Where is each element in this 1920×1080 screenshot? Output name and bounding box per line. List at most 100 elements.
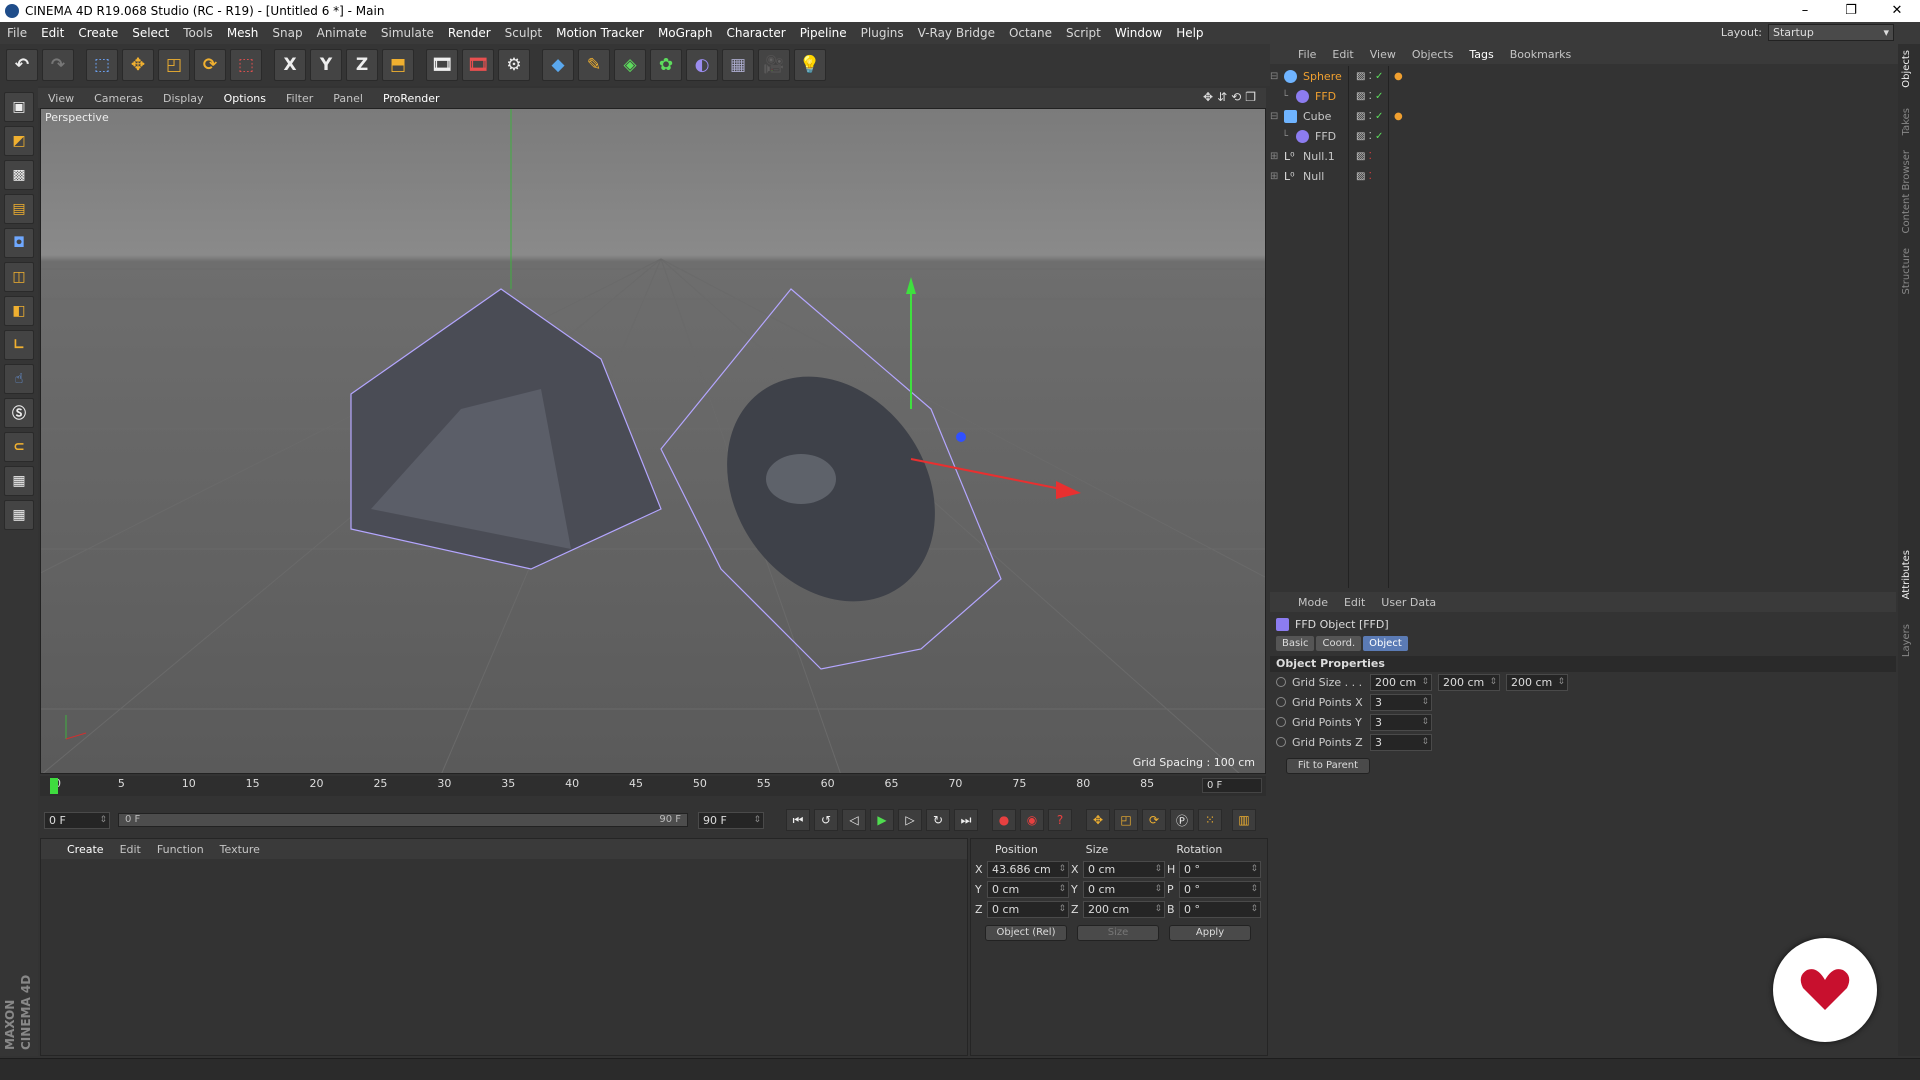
menu-mesh[interactable]: Mesh	[220, 26, 266, 40]
menu-file[interactable]: File	[0, 26, 34, 40]
om-menu-view[interactable]: View	[1362, 48, 1404, 61]
menu-motion-tracker[interactable]: Motion Tracker	[549, 26, 651, 40]
key-rotation-icon[interactable]: ⟳	[1142, 809, 1166, 831]
position-z-field[interactable]: 0 cm	[987, 900, 1069, 918]
coordinate-system-icon[interactable]: ⬒	[382, 49, 414, 81]
timeline-ruler[interactable]: 051015202530354045505560657075808590 0 F	[40, 776, 1266, 796]
menu-animate[interactable]: Animate	[310, 26, 374, 40]
gizmo-z-handle[interactable]	[956, 432, 966, 442]
key-scale-icon[interactable]: ◰	[1114, 809, 1138, 831]
edges-mode-icon[interactable]: ◫	[4, 262, 34, 292]
close-button[interactable]: ✕	[1874, 0, 1920, 22]
mat-menu-function[interactable]: Function	[149, 843, 212, 856]
x-axis-icon[interactable]: X	[274, 49, 306, 81]
rotation-h-field[interactable]: 0 °	[1179, 860, 1261, 878]
visibility-icon[interactable]: ▨ ⁚	[1356, 171, 1372, 182]
side-tab-objects[interactable]: Objects	[1901, 50, 1912, 88]
move-icon[interactable]: ✥	[122, 49, 154, 81]
size-z-field[interactable]: 200 cm	[1083, 900, 1165, 918]
tag-icon[interactable]: ●	[1394, 111, 1403, 122]
end-frame-field[interactable]: 90 F	[698, 811, 764, 829]
vp-menu-filter[interactable]: Filter	[276, 92, 323, 105]
menu-plugins[interactable]: Plugins	[854, 26, 911, 40]
expand-icon[interactable]: ⊟	[1270, 71, 1284, 82]
pan-icon[interactable]: ✥	[1203, 90, 1213, 104]
expand-icon[interactable]: ⊞	[1270, 151, 1284, 162]
menu-help[interactable]: Help	[1169, 26, 1210, 40]
current-frame-field[interactable]: 0 F	[1202, 778, 1262, 793]
menu-simulate[interactable]: Simulate	[374, 26, 441, 40]
om-menu-tags[interactable]: Tags	[1461, 48, 1501, 61]
workplane-icon[interactable]: ▤	[4, 194, 34, 224]
position-x-field[interactable]: 43.686 cm	[987, 860, 1069, 878]
menu-tools[interactable]: Tools	[176, 26, 220, 40]
grid-points-x-field[interactable]: 3	[1370, 693, 1432, 711]
menu-edit[interactable]: Edit	[34, 26, 71, 40]
menu-render[interactable]: Render	[441, 26, 498, 40]
attr-menu-edit[interactable]: Edit	[1336, 596, 1373, 609]
grid-points-y-field[interactable]: 3	[1370, 713, 1432, 731]
side-tab-structure[interactable]: Structure	[1901, 248, 1912, 295]
attr-menu-user-data[interactable]: User Data	[1373, 596, 1444, 609]
range-slider[interactable]: 0 F 90 F	[118, 813, 688, 827]
vp-menu-display[interactable]: Display	[153, 92, 214, 105]
rotation-p-field[interactable]: 0 °	[1179, 880, 1261, 898]
position-y-field[interactable]: 0 cm	[987, 880, 1069, 898]
side-tab-takes[interactable]: Takes	[1901, 108, 1912, 135]
gizmo-x-arrow[interactable]	[1056, 481, 1081, 499]
object-row-ffd[interactable]: └ FFD ▨ ⁚ ✓	[1270, 126, 1896, 146]
camera-icon[interactable]: 🎥	[758, 49, 790, 81]
cube-icon[interactable]: ◆	[542, 49, 574, 81]
vp-menu-view[interactable]: View	[38, 92, 84, 105]
tab-object[interactable]: Object	[1363, 635, 1408, 651]
vp-menu-options[interactable]: Options	[214, 92, 276, 105]
cloner-icon[interactable]: ✿	[650, 49, 682, 81]
edit-render-settings-icon[interactable]: ⚙	[498, 49, 530, 81]
expand-icon[interactable]: ⊞	[1270, 171, 1284, 182]
play-icon[interactable]: ▶	[870, 809, 894, 831]
z-axis-icon[interactable]: Z	[346, 49, 378, 81]
om-menu-objects[interactable]: Objects	[1404, 48, 1462, 61]
gizmo-x-axis[interactable]	[910, 458, 1062, 490]
next-keyframe-icon[interactable]: ↻	[926, 809, 950, 831]
start-frame-field[interactable]: 0 F	[44, 811, 110, 829]
playhead[interactable]	[50, 778, 58, 794]
gizmo-y-arrow[interactable]	[906, 277, 916, 294]
grid-size-y-field[interactable]: 200 cm	[1438, 673, 1500, 691]
scale-icon[interactable]: ◰	[158, 49, 190, 81]
toggle-view-icon[interactable]: ❐	[1245, 90, 1256, 104]
grid-size-z-field[interactable]: 200 cm	[1506, 673, 1568, 691]
apply-button[interactable]: Apply	[1169, 925, 1251, 941]
coord-mode-dropdown[interactable]: Object (Rel)	[985, 925, 1067, 941]
key-position-icon[interactable]: ✥	[1086, 809, 1110, 831]
menu-character[interactable]: Character	[719, 26, 792, 40]
animate-radio[interactable]	[1276, 717, 1286, 727]
axis-mode-icon[interactable]: ∟	[4, 330, 34, 360]
redo-icon[interactable]: ↷	[42, 49, 74, 81]
grid-points-z-field[interactable]: 3	[1370, 733, 1432, 751]
previous-keyframe-icon[interactable]: ↺	[814, 809, 838, 831]
attr-menu-mode[interactable]: Mode	[1290, 596, 1336, 609]
mat-menu-texture[interactable]: Texture	[212, 843, 268, 856]
mat-menu-edit[interactable]: Edit	[112, 843, 149, 856]
model-mode-icon[interactable]: ◩	[4, 126, 34, 156]
undo-icon[interactable]: ↶	[6, 49, 38, 81]
render-view-icon[interactable]: 🎞	[426, 49, 458, 81]
y-axis-icon[interactable]: Y	[310, 49, 342, 81]
perspective-viewport[interactable]: Perspective Grid Spacing : 100 cm	[40, 108, 1266, 774]
visibility-icon[interactable]: ▨ ⁚	[1356, 151, 1372, 162]
mat-menu-create[interactable]: Create	[59, 843, 112, 856]
menu-select[interactable]: Select	[125, 26, 176, 40]
dolly-icon[interactable]: ⇵	[1217, 90, 1227, 104]
render-picture-viewer-icon[interactable]: 🎞	[462, 49, 494, 81]
tab-basic[interactable]: Basic	[1276, 635, 1315, 651]
rotation-b-field[interactable]: 0 °	[1179, 900, 1261, 918]
menu-vray-bridge[interactable]: V-Ray Bridge	[911, 26, 1002, 40]
visibility-icon[interactable]: ▨ ⁚ ✓	[1356, 111, 1383, 122]
tag-icon[interactable]: ●	[1394, 71, 1403, 82]
light-icon[interactable]: 💡	[794, 49, 826, 81]
menu-octane[interactable]: Octane	[1002, 26, 1059, 40]
object-row-sphere[interactable]: ⊟ Sphere ▨ ⁚ ✓ ●	[1270, 66, 1896, 86]
orbit-icon[interactable]: ⟲	[1231, 90, 1241, 104]
points-mode-icon[interactable]: ◘	[4, 228, 34, 258]
